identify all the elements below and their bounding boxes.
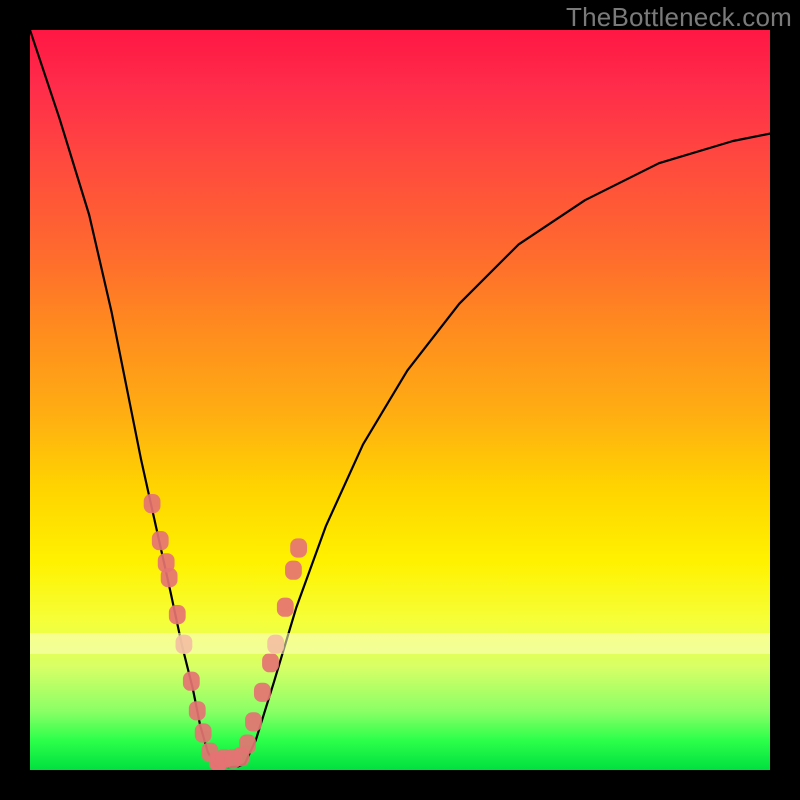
data-marker xyxy=(152,531,169,550)
chart-canvas: TheBottleneck.com xyxy=(0,0,800,800)
data-marker xyxy=(161,568,178,587)
data-marker xyxy=(262,653,279,672)
data-marker xyxy=(144,494,161,513)
data-marker xyxy=(189,701,206,720)
data-marker xyxy=(285,561,302,580)
data-marker xyxy=(254,683,271,702)
bottleneck-curve-curve_left xyxy=(30,30,215,766)
data-marker xyxy=(239,735,256,754)
curve-layer xyxy=(30,30,770,770)
bottleneck-curve-curve_right xyxy=(245,134,770,764)
data-marker xyxy=(169,605,186,624)
data-marker xyxy=(245,712,262,731)
plot-area xyxy=(30,30,770,770)
pale-band xyxy=(30,633,770,654)
watermark-text: TheBottleneck.com xyxy=(566,2,792,33)
data-marker xyxy=(183,672,200,691)
data-marker xyxy=(195,723,212,742)
data-marker xyxy=(290,538,307,557)
data-marker xyxy=(277,598,294,617)
